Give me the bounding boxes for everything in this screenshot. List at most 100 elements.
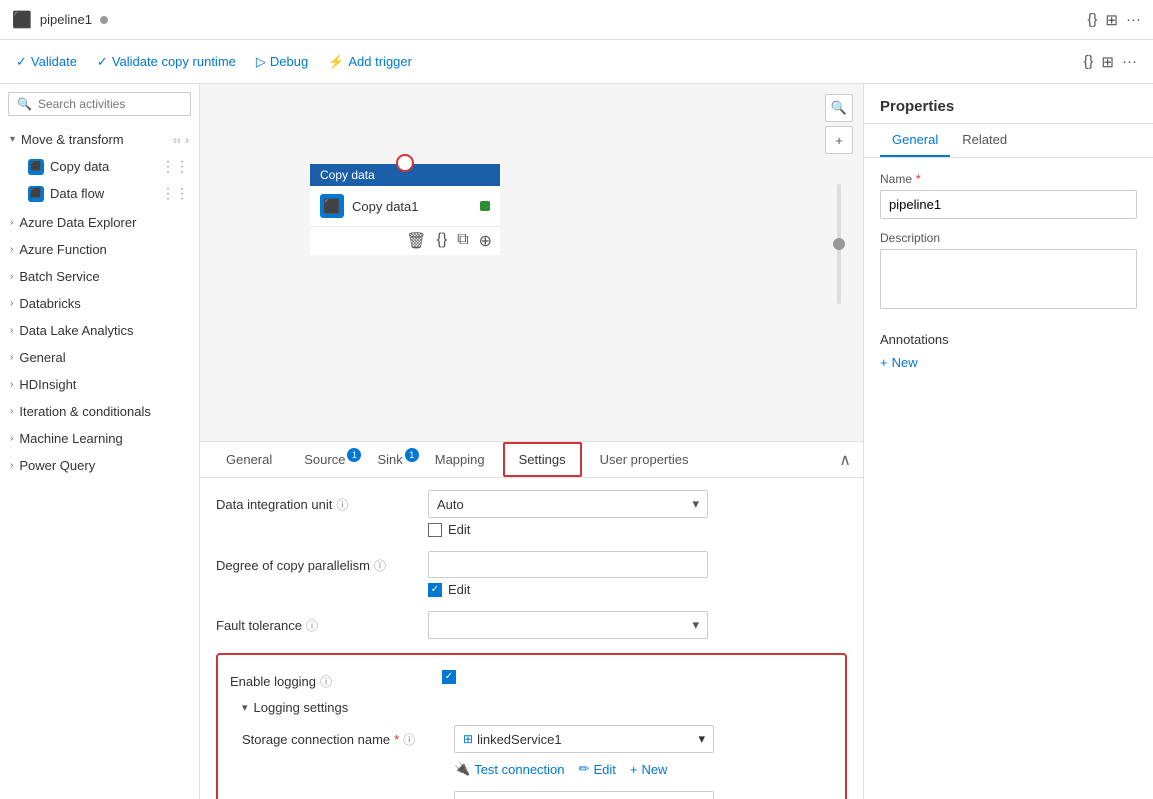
more-toolbar-icon[interactable]: ··· xyxy=(1122,53,1137,70)
cat-label8: Iteration & conditionals xyxy=(19,404,151,419)
plus-annotation-icon: + xyxy=(880,355,888,370)
parallelism-input[interactable] xyxy=(428,551,708,578)
panel-collapse-icon[interactable]: ∧ xyxy=(839,450,851,470)
sidebar-item-iteration[interactable]: › Iteration & conditionals xyxy=(0,398,199,425)
sidebar-item-data-flow[interactable]: ⬛ Data flow ⋮⋮ xyxy=(0,180,199,207)
cat-label5: Data Lake Analytics xyxy=(19,323,133,338)
canvas-area: Copy data ⬛ Copy data1 🗑 {} ⧉ ⊕ xyxy=(200,84,863,441)
more-icon[interactable]: ··· xyxy=(1126,11,1141,28)
sidebar-item-general[interactable]: › General xyxy=(0,344,199,371)
monitor-icon[interactable]: ⊞ xyxy=(1105,11,1118,29)
storage-edit-btn[interactable]: ✏ Edit xyxy=(579,761,616,777)
debug-button[interactable]: ▷ Debug xyxy=(256,54,308,70)
storage-select[interactable]: ⊞ linkedService1 ▾ xyxy=(454,725,714,753)
sidebar-item-azure-function[interactable]: › Azure Function xyxy=(0,236,199,263)
diu-edit-checkbox[interactable] xyxy=(428,523,442,537)
chevron-right-icon10: › xyxy=(10,460,13,471)
lightning-icon: ⚡ xyxy=(328,54,344,70)
chevron-right-icon2: › xyxy=(10,244,13,255)
code-card-icon[interactable]: {} xyxy=(436,231,447,251)
diu-label: Data integration unit ⓘ xyxy=(216,490,416,513)
search-icon: 🔍 xyxy=(17,97,32,111)
cat-label3: Batch Service xyxy=(19,269,99,284)
card-body[interactable]: ⬛ Copy data1 xyxy=(310,186,500,226)
props-tab-related[interactable]: Related xyxy=(950,124,1019,157)
storage-chevron-icon: ▾ xyxy=(698,731,705,747)
tab-settings[interactable]: Settings xyxy=(503,442,582,477)
cat-label6: General xyxy=(19,350,65,365)
chevron-right-icon3: › xyxy=(10,271,13,282)
annotations-label: Annotations xyxy=(880,332,1137,347)
braces-icon[interactable]: {} xyxy=(1083,53,1093,70)
sidebar-item-move-transform[interactable]: ▾ Move & transform ‹‹ › xyxy=(0,126,199,153)
tab-general[interactable]: General xyxy=(212,444,286,475)
annotations-section: Annotations + New xyxy=(880,332,1137,370)
dirty-indicator xyxy=(100,16,108,24)
search-box[interactable]: 🔍 xyxy=(8,92,191,116)
tab-source[interactable]: Source 1 xyxy=(290,444,359,475)
code-icon[interactable]: {} xyxy=(1087,11,1097,28)
chevron-right-icon5: › xyxy=(10,325,13,336)
add-card-icon[interactable]: ⊕ xyxy=(479,231,492,251)
copy-card-icon[interactable]: ⧉ xyxy=(457,231,468,251)
expand-icon[interactable]: › xyxy=(185,133,189,147)
logging-level-select[interactable]: Warning ▾ xyxy=(454,791,714,799)
search-canvas-btn[interactable]: 🔍 xyxy=(825,94,853,122)
copy-data-icon: ⬛ xyxy=(28,159,44,175)
zoom-in-btn[interactable]: + xyxy=(825,126,853,154)
card-error-indicator xyxy=(396,154,414,172)
sidebar-item-machine-learning[interactable]: › Machine Learning xyxy=(0,425,199,452)
sidebar-item-data-lake-analytics[interactable]: › Data Lake Analytics xyxy=(0,317,199,344)
props-tab-general[interactable]: General xyxy=(880,124,950,157)
sidebar-item-hdinsight[interactable]: › HDInsight xyxy=(0,371,199,398)
delete-icon[interactable]: 🗑 xyxy=(406,231,426,251)
chevron-right-icon7: › xyxy=(10,379,13,390)
properties-tabs: General Related xyxy=(864,124,1153,158)
validate-copy-button[interactable]: ✓ Validate copy runtime xyxy=(97,54,236,70)
diu-select[interactable]: Auto ▾ xyxy=(428,490,708,518)
data-flow-icon: ⬛ xyxy=(28,186,44,202)
fault-chevron-icon: ▾ xyxy=(692,617,699,633)
table-icon[interactable]: ⊞ xyxy=(1101,53,1114,71)
sidebar-item-azure-data-explorer[interactable]: › Azure Data Explorer xyxy=(0,209,199,236)
add-annotation-button[interactable]: + New xyxy=(880,355,918,370)
add-trigger-button[interactable]: ⚡ Add trigger xyxy=(328,54,412,70)
card-title: Copy data xyxy=(320,168,375,182)
fault-select[interactable]: ▾ xyxy=(428,611,708,639)
name-input[interactable] xyxy=(880,190,1137,219)
enable-logging-info-icon[interactable]: ⓘ xyxy=(320,673,332,690)
sidebar-item-batch-service[interactable]: › Batch Service xyxy=(0,263,199,290)
storage-info-icon[interactable]: ⓘ xyxy=(403,731,415,748)
tab-mapping[interactable]: Mapping xyxy=(421,444,499,475)
settings-panel-content: Data integration unit ⓘ Auto ▾ Edit xyxy=(200,478,863,799)
storage-req: * xyxy=(394,732,399,747)
tab-user-properties[interactable]: User properties xyxy=(586,444,703,475)
enable-logging-checkbox[interactable]: ✓ xyxy=(442,670,456,684)
fault-info-icon[interactable]: ⓘ xyxy=(306,617,318,634)
cat-label2: Azure Function xyxy=(19,242,106,257)
validate-button[interactable]: ✓ Validate xyxy=(16,54,77,70)
parallelism-edit-checkbox[interactable]: ✓ xyxy=(428,583,442,597)
description-textarea[interactable] xyxy=(880,249,1137,309)
diu-info-icon[interactable]: ⓘ xyxy=(336,496,348,513)
test-connection-btn[interactable]: 🔌 Test connection xyxy=(454,761,565,777)
storage-action-links: 🔌 Test connection ✏ Edit + xyxy=(454,761,833,777)
sidebar-item-copy-data[interactable]: ⬛ Copy data ⋮⋮ xyxy=(0,153,199,180)
sidebar-item-power-query[interactable]: › Power Query xyxy=(0,452,199,479)
collapse-icon[interactable]: ‹‹ xyxy=(173,133,181,147)
copy-data-card: Copy data ⬛ Copy data1 🗑 {} ⧉ ⊕ xyxy=(310,164,500,255)
toolbar-right-icons: {} ⊞ ··· xyxy=(1083,53,1137,71)
parallelism-info-icon[interactable]: ⓘ xyxy=(374,557,386,574)
chevron-right-icon4: › xyxy=(10,298,13,309)
storage-new-btn[interactable]: + New xyxy=(630,762,668,777)
zoom-slider[interactable] xyxy=(837,184,841,304)
search-input[interactable] xyxy=(38,97,182,111)
tab-sink[interactable]: Sink 1 xyxy=(363,444,416,475)
parallelism-edit-row: ✓ Edit xyxy=(428,582,847,597)
name-required: * xyxy=(916,172,921,186)
toolbar: ✓ Validate ✓ Validate copy runtime ▷ Deb… xyxy=(0,40,1153,84)
sidebar-item-databricks[interactable]: › Databricks xyxy=(0,290,199,317)
logging-sub-section: ▾ Logging settings Storage connection na… xyxy=(230,700,833,799)
diu-chevron-icon: ▾ xyxy=(692,496,699,512)
card-icon: ⬛ xyxy=(320,194,344,218)
